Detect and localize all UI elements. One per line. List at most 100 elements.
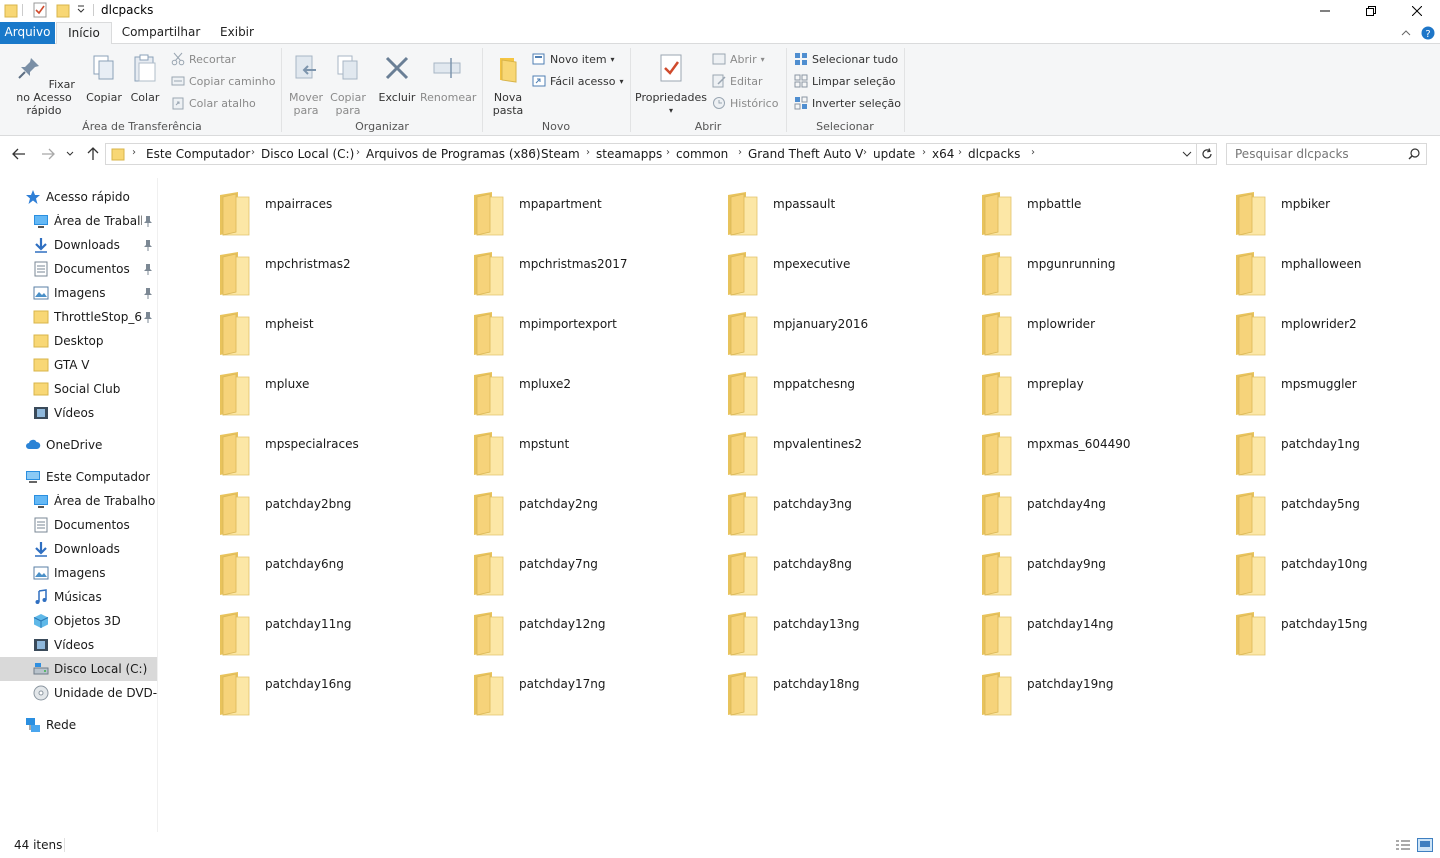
refresh-button[interactable] [1197, 143, 1217, 165]
folder-icon[interactable] [4, 2, 18, 18]
copy-to-button[interactable]: Copiar para [328, 52, 368, 117]
sidebar-item-videos-quick[interactable]: Vídeos [0, 401, 157, 425]
recent-locations-button[interactable] [63, 145, 77, 163]
sidebar-item-local-disk[interactable]: Disco Local (C:) [0, 657, 157, 681]
folder-item[interactable]: mpgunrunning [922, 239, 1172, 296]
breadcrumb-item[interactable]: Grand Theft Auto V [748, 147, 863, 161]
folder-item[interactable]: patchday12ng [414, 599, 664, 656]
sidebar-item-downloads-pinned[interactable]: Downloads [0, 233, 157, 257]
folder-item[interactable]: mpjanuary2016 [668, 299, 918, 356]
folder-item[interactable]: patchday17ng [414, 659, 664, 716]
folder-item[interactable]: mpbiker [1176, 179, 1426, 236]
folder-item[interactable]: mphalloween [1176, 239, 1426, 296]
folder-item[interactable]: mpheist [160, 299, 410, 356]
folder-item[interactable]: patchday4ng [922, 479, 1172, 536]
new-folder-button[interactable]: Nova pasta [488, 52, 528, 117]
sidebar-item-this-pc[interactable]: Este Computador [0, 465, 157, 489]
search-input[interactable] [1235, 147, 1405, 161]
sidebar-item-documents-pinned[interactable]: Documentos [0, 257, 157, 281]
breadcrumb-item[interactable]: steamapps [596, 147, 662, 161]
minimize-button[interactable] [1302, 0, 1348, 22]
edit-button[interactable]: Editar [712, 72, 763, 90]
folder-item[interactable]: mpairraces [160, 179, 410, 236]
copy-button[interactable]: Copiar [84, 52, 124, 104]
sidebar-item-gta-v[interactable]: GTA V [0, 353, 157, 377]
sidebar-item-desktop-pinned[interactable]: Área de Trabalho [0, 209, 157, 233]
invert-selection-button[interactable]: Inverter seleção [794, 94, 901, 112]
folder-item[interactable]: patchday7ng [414, 539, 664, 596]
tab-home[interactable]: Início [56, 22, 112, 45]
sidebar-item-desktop-folder[interactable]: Desktop [0, 329, 157, 353]
folder-item[interactable]: patchday9ng [922, 539, 1172, 596]
breadcrumb-item[interactable]: dlcpacks [968, 147, 1020, 161]
easy-access-button[interactable]: Fácil acesso ▾ [532, 72, 623, 90]
folder-item[interactable]: mpspecialraces [160, 419, 410, 476]
address-bar[interactable]: › Este Computador › Disco Local (C:) › A… [105, 143, 1197, 165]
breadcrumb-item[interactable]: Disco Local (C:) [261, 147, 354, 161]
sidebar-item-dvd-drive[interactable]: Unidade de DVD-RW [0, 681, 157, 705]
folder-item[interactable]: mpsmuggler [1176, 359, 1426, 416]
tab-share[interactable]: Compartilhar [118, 22, 204, 44]
breadcrumb-item[interactable]: Steam [541, 147, 580, 161]
folder-item[interactable]: patchday8ng [668, 539, 918, 596]
history-button[interactable]: Histórico [712, 94, 778, 112]
properties-check-icon[interactable] [33, 2, 47, 18]
folder-item[interactable]: mplowrider2 [1176, 299, 1426, 356]
folder-item[interactable]: mpapartment [414, 179, 664, 236]
collapse-ribbon-icon[interactable] [1401, 29, 1411, 37]
folder-item[interactable]: patchday18ng [668, 659, 918, 716]
rename-button[interactable]: Renomear [420, 52, 476, 104]
folder-item[interactable]: patchday16ng [160, 659, 410, 716]
folder-item[interactable]: mpvalentines2 [668, 419, 918, 476]
new-item-button[interactable]: Novo item ▾ [532, 50, 615, 68]
sidebar-item-network[interactable]: Rede [0, 713, 157, 737]
sidebar-item-pictures[interactable]: Imagens [0, 561, 157, 585]
breadcrumb-item[interactable]: Este Computador [146, 147, 250, 161]
sidebar-item-3d-objects[interactable]: Objetos 3D [0, 609, 157, 633]
tab-file[interactable]: Arquivo [0, 22, 55, 44]
folder-item[interactable]: mpchristmas2 [160, 239, 410, 296]
breadcrumb-item[interactable]: x64 [932, 147, 954, 161]
tab-view[interactable]: Exibir [210, 22, 264, 44]
breadcrumb-item[interactable]: Arquivos de Programas (x86) [366, 147, 541, 161]
delete-button[interactable]: Excluir [376, 52, 418, 104]
select-all-button[interactable]: Selecionar tudo [794, 50, 898, 68]
folder-item[interactable]: patchday6ng [160, 539, 410, 596]
sidebar-item-music[interactable]: Músicas [0, 585, 157, 609]
large-icons-view-icon[interactable] [1417, 838, 1433, 852]
back-button[interactable] [10, 145, 28, 163]
folder-item[interactable]: patchday10ng [1176, 539, 1426, 596]
folder-item[interactable]: mpreplay [922, 359, 1172, 416]
folder-item[interactable]: patchday2ng [414, 479, 664, 536]
folder-item[interactable]: mpstunt [414, 419, 664, 476]
select-none-button[interactable]: Limpar seleção [794, 72, 895, 90]
sidebar-item-documents[interactable]: Documentos [0, 513, 157, 537]
qat-dropdown-icon[interactable] [76, 2, 86, 18]
folder-item[interactable]: patchday14ng [922, 599, 1172, 656]
folder-item[interactable]: mpxmas_604490 [922, 419, 1172, 476]
sidebar-item-quick-access[interactable]: Acesso rápido [0, 185, 157, 209]
search-box[interactable] [1226, 143, 1427, 165]
chevron-down-icon[interactable] [1182, 151, 1192, 158]
sidebar-item-onedrive[interactable]: OneDrive [0, 433, 157, 457]
details-view-icon[interactable] [1395, 838, 1411, 852]
folder-item[interactable]: patchday3ng [668, 479, 918, 536]
paste-shortcut-button[interactable]: Colar atalho [171, 94, 256, 112]
folder-item[interactable]: patchday5ng [1176, 479, 1426, 536]
sidebar-item-downloads[interactable]: Downloads [0, 537, 157, 561]
sidebar-item-videos[interactable]: Vídeos [0, 633, 157, 657]
folder-item[interactable]: mpbattle [922, 179, 1172, 236]
folder-item[interactable]: mpexecutive [668, 239, 918, 296]
folder-item[interactable]: patchday19ng [922, 659, 1172, 716]
folder-item[interactable]: mppatchesng [668, 359, 918, 416]
folder-item[interactable]: mpimportexport [414, 299, 664, 356]
forward-button[interactable] [39, 145, 57, 163]
pin-quick-access-button[interactable]: Fixar no Acesso rápido [6, 52, 82, 117]
folder-item[interactable]: patchday15ng [1176, 599, 1426, 656]
properties-button[interactable]: Propriedades ▾ [635, 52, 707, 117]
folder-item[interactable]: mpluxe2 [414, 359, 664, 416]
sidebar-item-social-club[interactable]: Social Club [0, 377, 157, 401]
folder-item[interactable]: patchday1ng [1176, 419, 1426, 476]
folder-item[interactable]: patchday11ng [160, 599, 410, 656]
paste-button[interactable]: Colar [126, 52, 164, 104]
